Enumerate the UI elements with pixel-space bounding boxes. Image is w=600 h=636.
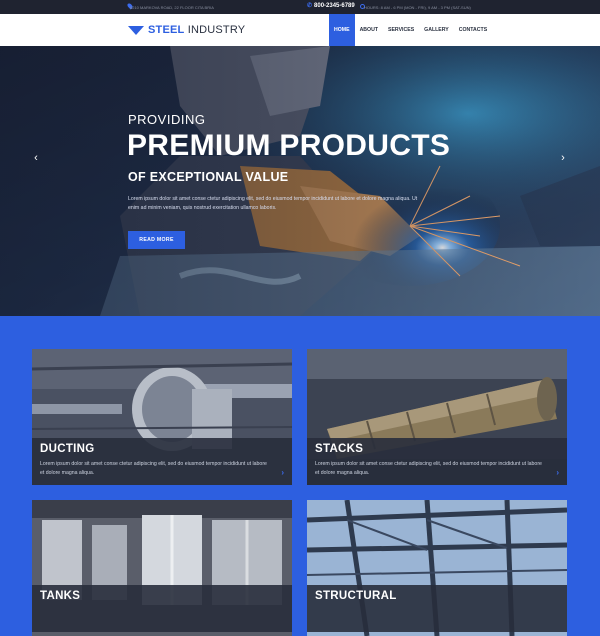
- service-card-stacks[interactable]: STACKS Lorem ipsum dolor sit amet conse …: [307, 349, 567, 485]
- logo-text-rest: INDUSTRY: [184, 24, 246, 36]
- hours-text: HOURS: 8 AM - 6 PM (MON - FRI), 9 AM - 3…: [364, 5, 471, 10]
- nav-item-about[interactable]: ABOUT: [355, 14, 383, 46]
- nav-item-contacts[interactable]: CONTACTS: [454, 14, 492, 46]
- nav-item-gallery[interactable]: GALLERY: [419, 14, 454, 46]
- phone-link[interactable]: ✆ 800-2345-6789: [307, 2, 355, 9]
- logo-diamond-icon: [128, 24, 144, 36]
- slider-next-arrow-icon[interactable]: ›: [558, 152, 568, 164]
- service-card-structural[interactable]: STRUCTURAL: [307, 500, 567, 636]
- card-title: STACKS: [315, 443, 364, 455]
- chevron-right-icon[interactable]: ›: [556, 468, 559, 477]
- logo-text: STEEL INDUSTRY: [148, 24, 245, 36]
- service-card-tanks[interactable]: TANKS: [32, 500, 292, 636]
- card-description: Lorem ipsum dolor sit amet conse ctetur …: [40, 461, 267, 476]
- nav-menu: HOME ABOUT SERVICES GALLERY CONTACTS: [329, 14, 492, 46]
- address-text: 8210 MARKOVA ROAD, 22 FLOOR CITA BRIA: [130, 5, 214, 10]
- card-title: TANKS: [40, 590, 81, 602]
- card-caption-panel: TANKS: [32, 585, 292, 632]
- site-logo[interactable]: STEEL INDUSTRY: [128, 23, 245, 37]
- card-caption-panel: DUCTING Lorem ipsum dolor sit amet conse…: [32, 438, 292, 485]
- hero-subtitle: OF EXCEPTIONAL VALUE: [128, 170, 289, 184]
- service-card-ducting[interactable]: DUCTING Lorem ipsum dolor sit amet conse…: [32, 349, 292, 485]
- top-info-bar: 8210 MARKOVA ROAD, 22 FLOOR CITA BRIA ✆ 8…: [0, 0, 600, 14]
- read-more-button[interactable]: READ MORE: [128, 231, 185, 249]
- card-description: Lorem ipsum dolor sit amet conse ctetur …: [315, 461, 542, 476]
- hero-title: PREMIUM PRODUCTS: [127, 129, 451, 162]
- slider-prev-arrow-icon[interactable]: ‹: [31, 152, 41, 164]
- card-caption-panel: STRUCTURAL: [307, 585, 567, 632]
- chevron-right-icon[interactable]: ›: [281, 468, 284, 477]
- logo-text-bold: STEEL: [148, 24, 185, 36]
- card-caption-panel: STACKS Lorem ipsum dolor sit amet conse …: [307, 438, 567, 485]
- hero-slider: ‹ › PROVIDING PREMIUM PRODUCTS OF EXCEPT…: [0, 46, 600, 316]
- hero-pretitle: PROVIDING: [128, 112, 206, 127]
- phone-icon: ✆: [307, 3, 313, 9]
- card-title: DUCTING: [40, 443, 95, 455]
- nav-item-services[interactable]: SERVICES: [383, 14, 419, 46]
- hero-overlay: [0, 46, 600, 316]
- nav-item-home[interactable]: HOME: [329, 14, 355, 46]
- card-title: STRUCTURAL: [315, 590, 397, 602]
- phone-number: 800-2345-6789: [314, 3, 355, 9]
- hero-description: Lorem ipsum dolor sit amet conse ctetur …: [128, 196, 418, 211]
- main-navigation: STEEL INDUSTRY HOME ABOUT SERVICES GALLE…: [0, 14, 600, 46]
